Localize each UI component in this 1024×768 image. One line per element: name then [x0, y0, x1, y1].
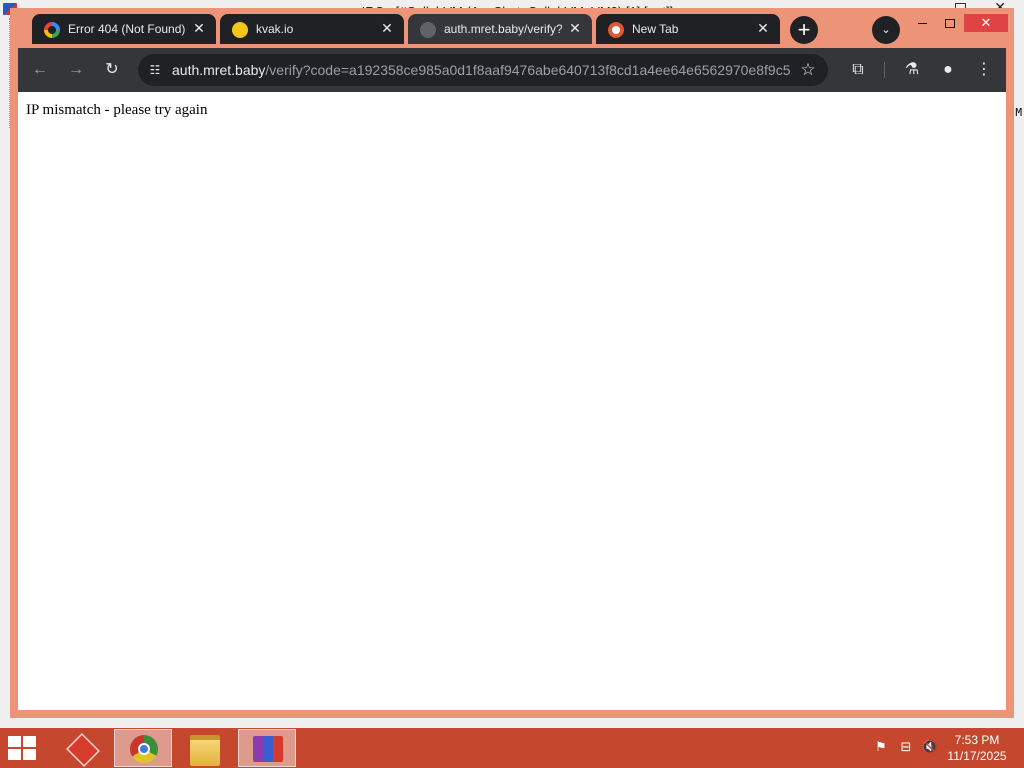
menu-kebab-icon[interactable]: ⋮ — [972, 58, 996, 82]
url-host: auth.mret.baby — [172, 62, 266, 78]
taskbar-app-red[interactable] — [52, 729, 110, 767]
red-diamond-app-icon — [66, 733, 100, 767]
tab-label: auth.mret.baby/verify? — [444, 22, 562, 36]
url-path: /verify?code=a192358ce985a0d1f8aaf9476ab… — [265, 62, 792, 78]
new-tab-button[interactable]: + — [790, 16, 818, 44]
extensions-icon[interactable]: ⧉ — [846, 58, 870, 82]
minimize-button[interactable] — [908, 14, 936, 32]
action-center-flag-icon[interactable]: ⚑ — [872, 738, 890, 756]
clock-time: 7:53 PM — [954, 733, 1000, 747]
address-bar[interactable]: ☷ auth.mret.baby/verify?code=a192358ce98… — [138, 54, 828, 86]
windows-logo-pane — [8, 736, 21, 747]
site-info-icon[interactable]: ☷ — [144, 59, 166, 81]
reload-icon[interactable]: ↻ — [100, 58, 124, 82]
taskbar-app-explorer[interactable] — [176, 729, 234, 767]
taskbar-clock[interactable]: 7:53 PM 11/17/2025 — [942, 732, 1012, 764]
globe-icon — [420, 22, 436, 38]
winrar-icon — [253, 736, 283, 762]
browser-inner: Error 404 (Not Found)!! ✕ kvak.io ✕ auth… — [18, 12, 1008, 710]
chrome-icon — [130, 735, 158, 763]
tab-error-404[interactable]: Error 404 (Not Found)!! ✕ — [32, 14, 216, 44]
duckduckgo-icon — [608, 22, 624, 38]
volume-muted-icon[interactable]: 🔇 — [921, 738, 939, 756]
background-left-panel — [0, 18, 10, 128]
forward-icon[interactable]: → — [64, 58, 88, 82]
toolbar-separator — [884, 62, 885, 78]
tab-strip: Error 404 (Not Found)!! ✕ kvak.io ✕ auth… — [18, 12, 1008, 48]
maximize-icon — [945, 19, 955, 29]
page-message: IP mismatch - please try again — [26, 102, 208, 118]
tab-new-tab[interactable]: New Tab ✕ — [596, 14, 780, 44]
back-icon[interactable]: ← — [28, 58, 52, 82]
browser-toolbar: ← → ↻ ☷ auth.mret.baby/verify?code=a1923… — [18, 48, 1006, 92]
tab-close-icon[interactable]: ✕ — [192, 21, 206, 35]
windows-logo-pane — [8, 749, 21, 760]
background-side-text: M — [1015, 106, 1022, 119]
maximize-button[interactable] — [936, 14, 964, 32]
tab-label: Error 404 (Not Found)!! — [68, 22, 186, 36]
tab-auth-verify[interactable]: auth.mret.baby/verify? ✕ — [408, 14, 592, 44]
tab-label: New Tab — [632, 22, 679, 36]
network-icon[interactable]: ⊟ — [897, 738, 915, 756]
tab-close-icon[interactable]: ✕ — [756, 21, 770, 35]
bookmark-star-icon[interactable]: ☆ — [796, 58, 820, 82]
clock-date: 11/17/2025 — [947, 749, 1007, 763]
windows-logo-pane — [23, 749, 36, 760]
windows-logo-pane — [23, 736, 36, 747]
tab-close-icon[interactable]: ✕ — [568, 21, 582, 35]
labs-flask-icon[interactable]: ⚗ — [900, 58, 924, 82]
google-icon — [44, 22, 60, 38]
url-text[interactable]: auth.mret.baby/verify?code=a192358ce985a… — [172, 62, 792, 78]
profile-icon[interactable]: ● — [936, 58, 960, 82]
duck-icon — [232, 22, 248, 38]
tab-search-button[interactable]: ⌄ — [872, 16, 900, 44]
tab-close-icon[interactable]: ✕ — [380, 21, 394, 35]
taskbar: ⚑ ⊟ 🔇 7:53 PM 11/17/2025 — [0, 728, 1024, 768]
close-window-button[interactable]: ✕ — [964, 14, 1008, 32]
browser-window: Error 404 (Not Found)!! ✕ kvak.io ✕ auth… — [10, 8, 1014, 718]
minimize-icon — [917, 23, 927, 25]
tab-kvak[interactable]: kvak.io ✕ — [220, 14, 404, 44]
start-button[interactable] — [8, 736, 38, 760]
tab-label: kvak.io — [256, 22, 294, 36]
page-viewport: IP mismatch - please try again — [18, 92, 1006, 710]
taskbar-app-winrar[interactable] — [238, 729, 296, 767]
file-explorer-icon — [190, 735, 220, 766]
taskbar-app-chrome[interactable] — [114, 729, 172, 767]
